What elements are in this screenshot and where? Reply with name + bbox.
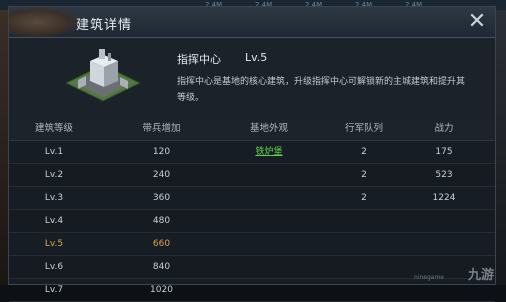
cell-appearance [214,256,324,278]
cell-appearance [214,210,324,232]
dialog-titlebar: 建筑详情 ✕ [9,7,495,38]
header-appearance: 基地外观 [249,123,288,134]
table-row: Lv.2 240 2 523 [9,164,495,187]
cell-power [394,233,494,255]
cell-appearance [214,279,324,301]
cell-appearance [214,164,324,186]
header-power: 战力 [434,123,454,134]
cell-troops: 1020 [150,285,173,295]
table-row: Lv.4 480 [9,210,495,233]
cell-troops: 120 [152,147,171,157]
table-header: 建筑等级 带兵增加 基地外观 行军队列 战力 [9,118,495,141]
cell-level: Lv.1 [44,147,64,157]
cell-power [394,210,494,232]
tank-icon [9,7,79,37]
cell-troops: 360 [152,193,171,203]
table-row-current: Lv.5 660 [9,233,495,256]
cell-troops: 480 [152,216,171,226]
cell-level: Lv.4 [44,216,64,226]
building-level: Lv.5 [245,51,268,64]
building-name: 指挥中心 [177,53,221,66]
cell-appearance [214,187,324,209]
watermark-logo: 九游 [467,268,494,283]
watermark-small: ninegame [414,274,444,281]
building-description: 指挥中心是基地的核心建筑，升级指挥中心可解锁新的主城建筑和提升其等级。 [177,77,466,103]
appearance-link[interactable]: 铁炉堡 [214,141,324,163]
building-details-dialog: 建筑详情 ✕ 指挥中心 Lv.5 指挥中心是基地的核心建筑，升级指挥中心可解锁新… [8,6,496,302]
table-row: Lv.3 360 2 1224 [9,187,495,210]
header-troops: 带兵增加 [142,123,181,134]
cell-power: 523 [435,170,453,180]
cell-level: Lv.6 [44,262,64,272]
left-edge-decor [0,10,8,285]
command-center-icon [64,49,142,102]
cell-power: 175 [435,147,453,157]
dialog-title: 建筑详情 [76,18,133,33]
cell-level: Lv.2 [44,170,64,180]
cell-level: Lv.7 [44,285,64,295]
cell-level: Lv.5 [44,239,64,249]
cell-level: Lv.3 [44,193,64,203]
right-edge-decor [496,10,506,285]
cell-troops: 240 [152,170,171,180]
close-button[interactable]: ✕ [465,10,489,34]
table-row: Lv.7 1020 [9,279,495,302]
header-level: 建筑等级 [34,123,73,134]
cell-power: 1224 [432,193,456,203]
cell-troops: 840 [152,262,171,272]
cell-appearance [214,233,324,255]
cell-troops: 660 [152,239,171,249]
table-row: Lv.1 120 铁炉堡 2 175 [9,141,495,164]
